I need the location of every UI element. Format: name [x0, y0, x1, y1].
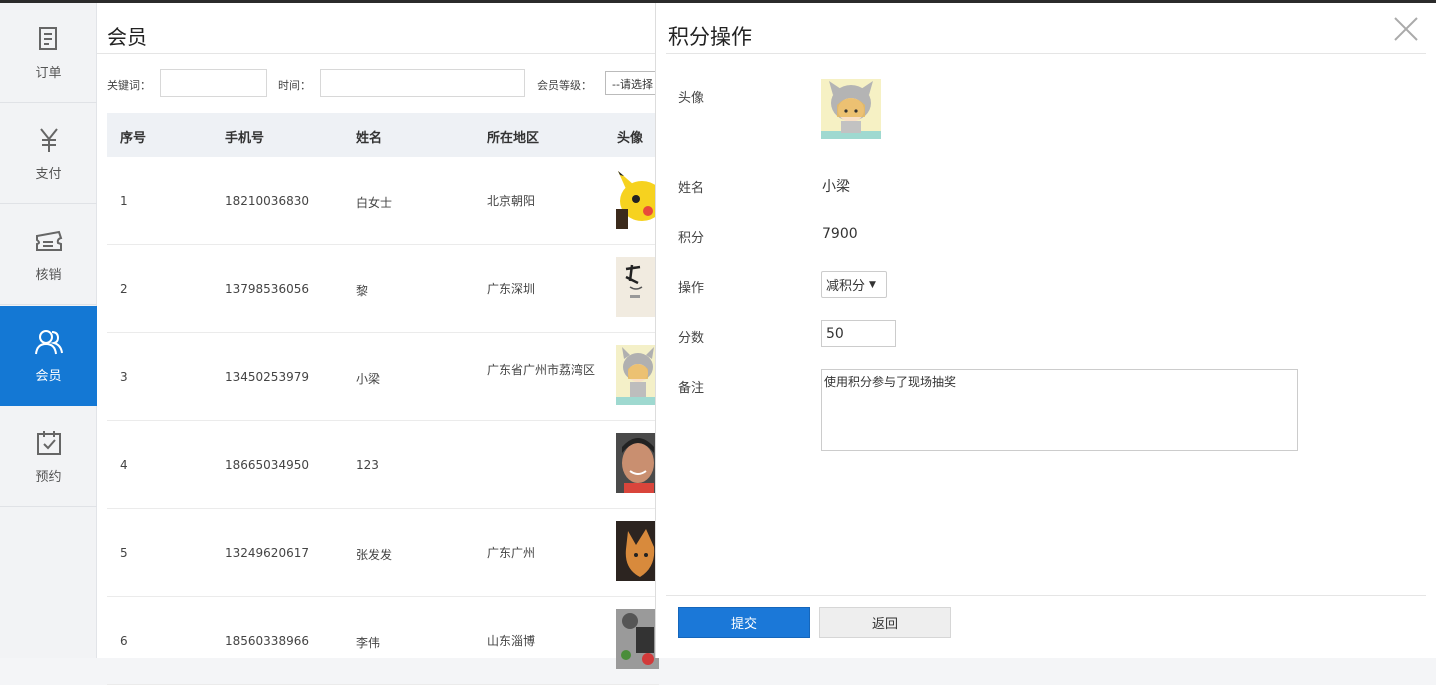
sidebar: 订单 支付 核销 会员 预约: [0, 3, 105, 658]
remark-label: 备注: [678, 381, 705, 396]
row-number: 1: [120, 194, 128, 208]
row-name: 张发发: [356, 548, 393, 562]
sidebar-item-label: 支付: [35, 167, 62, 182]
sidebar-item-members[interactable]: 会员: [0, 306, 105, 406]
divider: [666, 53, 1426, 54]
row-phone: 13798536056: [225, 282, 309, 296]
operation-select-value: 减积分: [826, 279, 866, 294]
member-level-label: 会员等级：: [537, 79, 592, 92]
table-row[interactable]: 4 18665034950 123: [107, 421, 659, 509]
member-level-select[interactable]: --请选择: [605, 71, 659, 95]
row-area: 广东深圳: [487, 282, 536, 296]
row-area: 广东广州: [487, 546, 536, 560]
sidebar-item-label: 订单: [35, 66, 62, 81]
row-name: 小梁: [356, 372, 381, 386]
operation-label: 操作: [678, 281, 705, 296]
column-header: 头像: [617, 131, 644, 146]
remark-textarea[interactable]: 使用积分参与了现场抽奖: [821, 369, 1298, 451]
table-row[interactable]: 5 13249620617 张发发 广东广州: [107, 509, 659, 597]
name-label: 姓名: [678, 181, 705, 196]
table-row[interactable]: 2 13798536056 黎 广东深圳: [107, 245, 659, 333]
dialog-title: 积分操作: [668, 25, 752, 49]
avatar: [616, 257, 659, 317]
score-input[interactable]: 50: [821, 320, 896, 347]
sidebar-item-label: 会员: [35, 369, 62, 384]
row-area: 山东淄博: [487, 634, 536, 648]
sidebar-item-payment[interactable]: 支付: [0, 104, 97, 204]
sidebar-item-booking[interactable]: 预约: [0, 407, 97, 507]
row-number: 5: [120, 546, 128, 560]
table-row[interactable]: 3 13450253979 小梁 广东省广州市荔湾区: [107, 333, 659, 421]
row-name: 123: [356, 458, 379, 472]
submit-button[interactable]: 提交: [678, 607, 810, 638]
caret-down-icon: ▼: [869, 279, 876, 290]
avatar: [616, 433, 659, 493]
time-label: 时间：: [278, 79, 311, 92]
users-icon: [34, 327, 64, 357]
table-row[interactable]: 1 18210036830 白女士 北京朝阳: [107, 157, 659, 245]
column-header: 所在地区: [487, 131, 540, 146]
row-phone: 18560338966: [225, 634, 309, 648]
operation-select[interactable]: 减积分 ▼: [821, 271, 887, 298]
avatar: [616, 169, 659, 229]
row-name: 黎: [356, 284, 369, 298]
close-icon[interactable]: [1392, 15, 1420, 43]
row-number: 6: [120, 634, 128, 648]
document-icon: [34, 24, 64, 54]
avatar-label: 头像: [678, 91, 705, 106]
sidebar-item-orders[interactable]: 订单: [0, 3, 97, 103]
member-name-value: 小梁: [822, 179, 850, 195]
keyword-input[interactable]: [160, 69, 267, 97]
back-button[interactable]: 返回: [819, 607, 951, 638]
column-header: 姓名: [356, 131, 383, 146]
row-name: 白女士: [356, 196, 393, 210]
row-phone: 18665034950: [225, 458, 309, 472]
divider: [666, 595, 1426, 596]
page-title: 会员: [107, 25, 147, 49]
points-value: 7900: [822, 226, 858, 242]
sidebar-item-label: 预约: [35, 470, 62, 485]
avatar: [616, 609, 659, 669]
row-number: 2: [120, 282, 128, 296]
row-name: 李伟: [356, 636, 381, 650]
row-number: 4: [120, 458, 128, 472]
points-label: 积分: [678, 231, 705, 246]
sidebar-item-verify[interactable]: 核销: [0, 205, 97, 305]
row-area: 北京朝阳: [487, 194, 536, 208]
table-header: 序号 手机号 姓名 所在地区 头像: [107, 113, 659, 157]
table-row[interactable]: 6 18560338966 李伟 山东淄博: [107, 597, 659, 685]
row-area: 广东省广州市荔湾区: [487, 363, 596, 377]
member-list-panel: 会员 关键词： 时间： 会员等级： --请选择 序号 手机号 姓名 所在地区 头…: [97, 3, 659, 685]
ticket-icon: [34, 226, 64, 256]
avatar: [616, 345, 659, 405]
column-header: 手机号: [225, 131, 265, 146]
avatar: [821, 79, 881, 139]
points-operation-dialog: 积分操作 头像 姓名 小梁 积分 7900 操作 减积分 ▼ 分数 50 备注 …: [655, 3, 1436, 658]
yen-icon: [34, 125, 64, 155]
time-input[interactable]: [320, 69, 525, 97]
row-number: 3: [120, 370, 128, 384]
row-phone: 13450253979: [225, 370, 309, 384]
row-phone: 18210036830: [225, 194, 309, 208]
column-header: 序号: [120, 131, 147, 146]
avatar: [616, 521, 659, 581]
row-phone: 13249620617: [225, 546, 309, 560]
divider: [97, 53, 659, 54]
keyword-label: 关键词：: [107, 79, 151, 92]
calendar-check-icon: [34, 428, 64, 458]
sidebar-item-label: 核销: [35, 268, 62, 283]
score-label: 分数: [678, 331, 705, 346]
